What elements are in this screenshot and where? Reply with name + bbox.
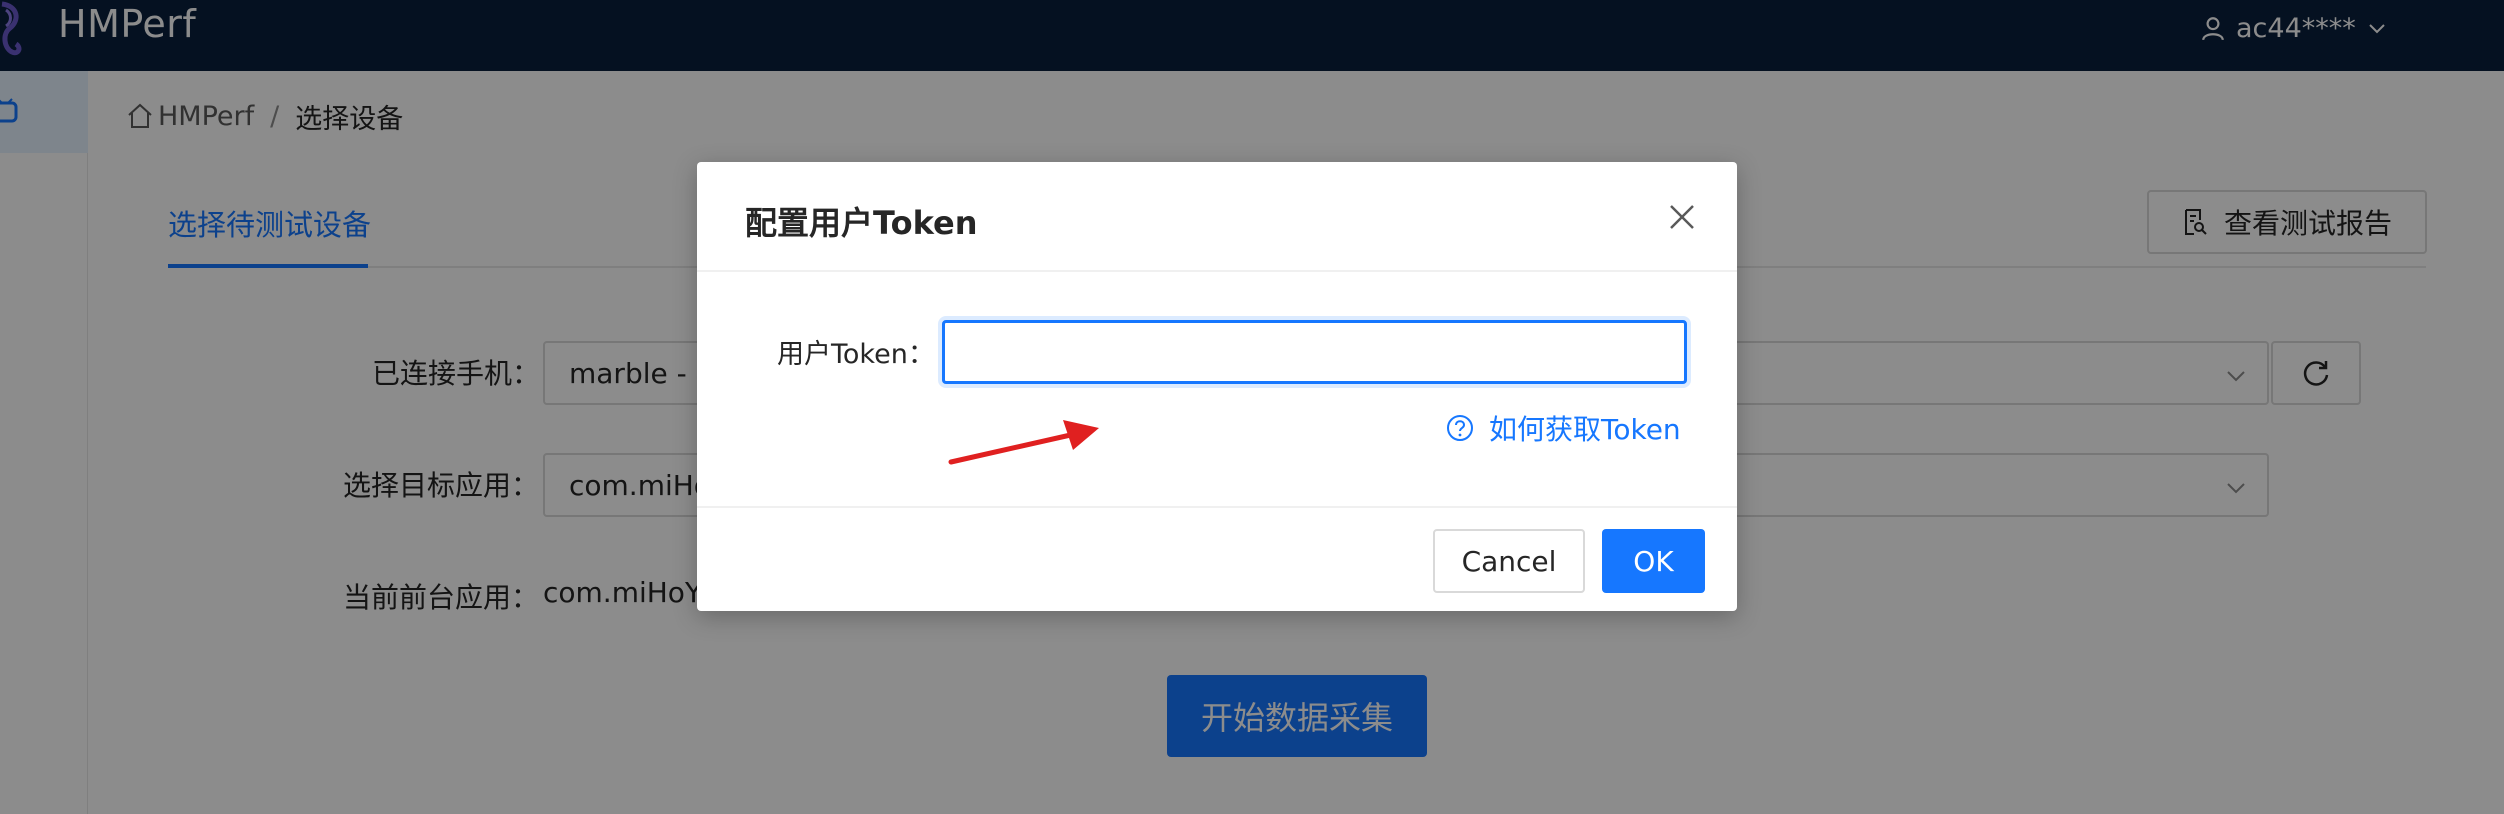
token-input[interactable] — [942, 320, 1687, 384]
close-icon — [1670, 205, 1694, 229]
token-field-label: 用户Token： — [777, 339, 935, 370]
how-to-get-token-link[interactable]: 如何获取Token — [1445, 408, 1681, 448]
dialog-title: 配置用户Token — [745, 204, 978, 242]
ok-button[interactable]: OK — [1602, 529, 1705, 593]
dialog-header: 配置用户Token — [697, 162, 1737, 272]
question-circle-icon — [1447, 415, 1473, 441]
token-config-dialog: 配置用户Token 用户Token： 如何获取Token Cancel OK — [697, 162, 1737, 611]
close-button[interactable] — [1665, 200, 1699, 234]
help-link-label: 如何获取Token — [1489, 413, 1681, 446]
annotation-arrow-icon — [948, 420, 1099, 465]
dialog-footer: Cancel OK — [697, 506, 1737, 611]
cancel-button[interactable]: Cancel — [1433, 529, 1585, 593]
